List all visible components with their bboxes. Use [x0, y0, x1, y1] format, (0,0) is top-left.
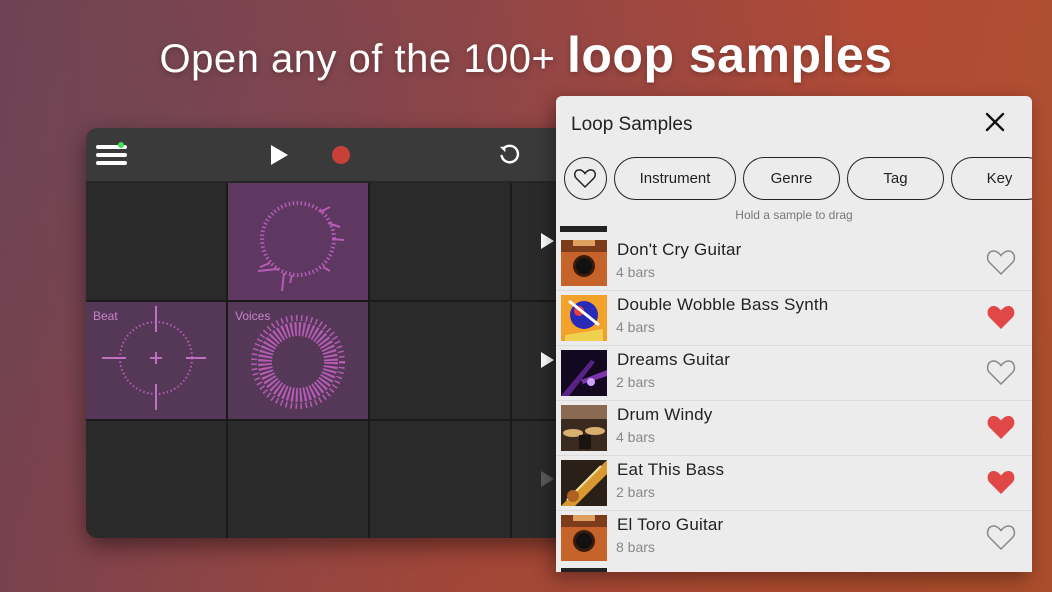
filter-instrument[interactable]: Instrument [614, 157, 736, 200]
sample-name: El Toro Guitar [617, 515, 724, 534]
pad-voices[interactable]: Voices [228, 302, 368, 419]
sample-bars: 4 bars [616, 319, 655, 335]
headline-light: Open any of the 100+ [159, 37, 556, 81]
list-item[interactable]: Don't Cry Guitar 4 bars [556, 236, 1032, 290]
sample-name: Double Wobble Bass Synth [617, 295, 829, 314]
thumbnail-synth-art [561, 295, 607, 341]
waveform-ring [102, 306, 206, 410]
favorites-filter-button[interactable] [564, 157, 607, 200]
row-play-icon[interactable] [541, 233, 554, 249]
pad[interactable] [370, 183, 510, 300]
undo-icon[interactable] [498, 144, 520, 166]
filter-genre[interactable]: Genre [743, 157, 840, 200]
heart-filled-icon[interactable] [986, 468, 1016, 496]
row-play-icon[interactable] [541, 471, 554, 487]
panel-header: Loop Samples [556, 96, 1032, 152]
pad-beat[interactable]: Beat [86, 302, 226, 419]
sample-bars: 2 bars [616, 484, 655, 500]
pad[interactable] [370, 421, 510, 538]
sample-bars: 4 bars [616, 264, 655, 280]
heart-outline-icon[interactable] [986, 248, 1016, 276]
thumbnail-bass-guitar [561, 460, 607, 506]
list-item[interactable]: Eat This Bass 2 bars [556, 456, 1032, 510]
sample-bars: 4 bars [616, 429, 655, 445]
record-icon[interactable] [332, 146, 350, 164]
sample-name: Don't Cry Guitar [617, 240, 742, 259]
thumbnail-drum-kit [561, 405, 607, 451]
list-item[interactable]: Drum Windy 4 bars [556, 401, 1032, 455]
menu-icon[interactable] [96, 142, 128, 167]
filter-bar: Instrument Genre Tag Key [564, 157, 1032, 201]
waveform-ring [251, 315, 345, 409]
pad[interactable] [86, 421, 226, 538]
panel-title: Loop Samples [571, 114, 693, 135]
list-item-partial [560, 226, 607, 232]
play-icon[interactable] [271, 145, 288, 165]
drag-hint: Hold a sample to drag [735, 208, 853, 222]
thumbnail-guitar [561, 515, 607, 561]
waveform-ring [257, 201, 345, 292]
headline: Open any of the 100+ loop samples [0, 26, 1052, 84]
sample-name: Drum Windy [617, 405, 713, 424]
sample-list[interactable]: Don't Cry Guitar 4 bars Double Wobble Ba… [556, 226, 1032, 572]
pad[interactable] [370, 302, 510, 419]
list-item[interactable]: El Toro Guitar 8 bars [556, 511, 1032, 565]
row-play-icon[interactable] [541, 352, 554, 368]
close-icon[interactable] [984, 111, 1006, 133]
loop-samples-panel: Loop Samples Instrument Genre Tag Key Ho… [556, 96, 1032, 572]
sample-name: Dreams Guitar [617, 350, 731, 369]
status-dot [118, 142, 124, 148]
pad[interactable] [228, 421, 368, 538]
thumbnail-stage-lights [561, 350, 607, 396]
heart-outline-icon [574, 169, 596, 189]
pad[interactable] [228, 183, 368, 300]
heart-outline-icon[interactable] [986, 523, 1016, 551]
sample-bars: 8 bars [616, 539, 655, 555]
pad[interactable] [86, 183, 226, 300]
sample-name: Eat This Bass [617, 460, 725, 479]
heart-outline-icon[interactable] [986, 358, 1016, 386]
list-item[interactable]: Dreams Guitar 2 bars [556, 346, 1032, 400]
headline-bold: loop samples [566, 27, 893, 83]
filter-key[interactable]: Key [951, 157, 1032, 200]
list-item-partial [561, 568, 607, 572]
list-item[interactable]: Double Wobble Bass Synth 4 bars [556, 291, 1032, 345]
heart-filled-icon[interactable] [986, 303, 1016, 331]
filter-tag[interactable]: Tag [847, 157, 944, 200]
sample-bars: 2 bars [616, 374, 655, 390]
heart-filled-icon[interactable] [986, 413, 1016, 441]
thumbnail-guitar [561, 240, 607, 286]
